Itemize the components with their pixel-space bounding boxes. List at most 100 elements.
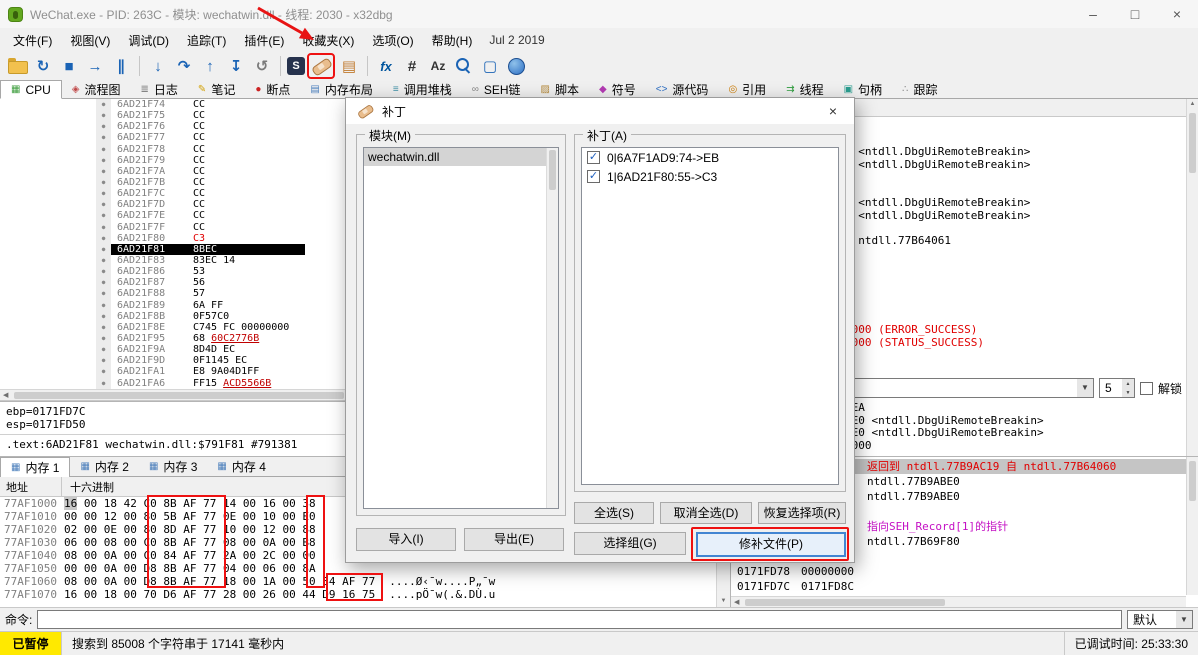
module-list[interactable]: wechatwin.dll (363, 147, 559, 509)
module-item[interactable]: wechatwin.dll (364, 148, 546, 166)
scylla-icon[interactable]: S (287, 57, 305, 75)
breakpoint-dot[interactable]: ● (96, 99, 111, 111)
tab-memory-3[interactable]: ▦ 内存 3 (139, 457, 207, 476)
breakpoint-dot[interactable]: ● (96, 299, 111, 311)
breakpoint-dot[interactable]: ● (96, 366, 111, 378)
breakpoint-dot[interactable]: ● (96, 143, 111, 155)
patch-icon[interactable] (310, 55, 332, 77)
dialog-close-icon[interactable]: × (812, 98, 854, 124)
step-back-icon[interactable]: ↺ (250, 54, 274, 78)
registers-vscroll-thumb[interactable] (1189, 113, 1196, 173)
breakpoint-dot[interactable]: ● (96, 165, 111, 177)
breakpoint-dot[interactable]: ● (96, 243, 111, 255)
breakpoint-dot[interactable]: ● (96, 344, 111, 356)
memory-row[interactable]: 77AF1060 08 00 0A 00 D8 8B AF 77 18 00 1A… (0, 575, 730, 588)
disasm-hscroll-thumb[interactable] (14, 392, 344, 399)
tab-references[interactable]: ◎ 引用 (718, 80, 776, 98)
scroll-up-icon[interactable]: ▲ (1187, 99, 1198, 110)
menu-favourites[interactable]: 收藏夹(X) (293, 29, 363, 52)
scroll-left-icon[interactable]: ◀ (0, 390, 11, 401)
module-list-scroll-thumb[interactable] (549, 150, 556, 190)
tab-memory-1[interactable]: ▦ 内存 1 (0, 457, 71, 478)
tab-trace[interactable]: ∴ 跟踪 (892, 80, 947, 98)
breakpoint-dot[interactable]: ● (96, 310, 111, 322)
patch-file-button[interactable]: 修补文件(P) (696, 532, 846, 557)
chevron-down-icon[interactable]: ▼ (1176, 611, 1192, 628)
patch-list[interactable]: ✓ 0|6A7F1AD9:74->EB ✓ 1|6AD21F80:55->C3 (581, 147, 839, 485)
assemble-function-icon[interactable]: fx (374, 54, 398, 78)
export-button[interactable]: 导出(E) (464, 528, 564, 551)
tab-handles[interactable]: ▣ 句柄 (834, 80, 892, 98)
memory-map-icon[interactable]: ▤ (337, 54, 361, 78)
menu-debug[interactable]: 调试(D) (119, 29, 178, 52)
text-search-icon[interactable]: Az (426, 54, 450, 78)
internet-icon[interactable] (504, 54, 528, 78)
stack-row[interactable]: 0171FD7C 0171FD8C (731, 579, 1186, 594)
tab-seh-chain[interactable]: ∞ SEH链 (462, 80, 531, 98)
command-input[interactable] (37, 610, 1122, 629)
breakpoint-dot[interactable]: ● (96, 377, 111, 389)
breakpoint-dot[interactable]: ● (96, 132, 111, 144)
minimize-button[interactable]: – (1072, 0, 1114, 28)
breakpoint-dot[interactable]: ● (96, 121, 111, 133)
argument-count-stepper[interactable]: 5 ▲ ▼ (1098, 378, 1135, 398)
breakpoint-dot[interactable]: ● (96, 199, 111, 211)
breakpoint-dot[interactable]: ● (96, 188, 111, 200)
tab-memory-4[interactable]: ▦ 内存 4 (207, 457, 275, 476)
tab-cpu[interactable]: ▦ CPU (0, 80, 62, 99)
scroll-left-icon[interactable]: ◀ (731, 597, 742, 607)
breakpoint-dot[interactable]: ● (96, 321, 111, 333)
patch-item[interactable]: ✓ 1|6AD21F80:55->C3 (582, 167, 826, 186)
menu-help[interactable]: 帮助(H) (423, 29, 482, 52)
select-all-button[interactable]: 全选(S) (574, 502, 654, 524)
step-into-icon[interactable]: ↓ (146, 54, 170, 78)
tab-threads[interactable]: ⇉ 线程 (776, 80, 833, 98)
tab-script[interactable]: ▨ 脚本 (531, 80, 589, 98)
module-list-scrollbar[interactable] (546, 148, 558, 508)
menu-trace[interactable]: 追踪(T) (178, 29, 235, 52)
breakpoint-dot[interactable]: ● (96, 232, 111, 244)
stack-vscrollbar[interactable] (1186, 457, 1198, 595)
window-layout-icon[interactable]: ▢ (478, 54, 502, 78)
menu-options[interactable]: 选项(O) (363, 29, 422, 52)
stack-vscroll-thumb[interactable] (1189, 461, 1196, 501)
open-file-icon[interactable] (5, 54, 29, 78)
restart-icon[interactable]: ↻ (31, 54, 55, 78)
tab-memory-2[interactable]: ▦ 内存 2 (70, 457, 138, 476)
memory-row[interactable]: 77AF1050 00 00 0A 00 D8 8B AF 77 04 00 06… (0, 562, 730, 575)
stack-hscroll-thumb[interactable] (745, 599, 945, 606)
tab-graph[interactable]: ◈ 流程图 (62, 80, 131, 98)
breakpoint-dot[interactable]: ● (96, 221, 111, 233)
menu-plugins[interactable]: 插件(E) (235, 29, 293, 52)
stop-icon[interactable]: ■ (57, 54, 81, 78)
menu-view[interactable]: 视图(V) (61, 29, 119, 52)
unlock-checkbox[interactable] (1139, 381, 1153, 395)
run-icon[interactable]: → (83, 54, 107, 78)
tab-memory-map[interactable]: ▤ 内存布局 (300, 80, 382, 98)
registers-vscrollbar[interactable]: ▲ (1186, 99, 1198, 456)
execute-till-return-icon[interactable]: ↑ (198, 54, 222, 78)
patch-checkbox[interactable]: ✓ (587, 151, 600, 164)
step-over-icon[interactable]: ↷ (172, 54, 196, 78)
deselect-all-button[interactable]: 取消全选(D) (660, 502, 752, 524)
pause-icon[interactable]: ∥ (109, 54, 133, 78)
scroll-down-icon[interactable]: ▼ (717, 596, 730, 607)
menu-file[interactable]: 文件(F) (4, 29, 61, 52)
patch-item[interactable]: ✓ 0|6A7F1AD9:74->EB (582, 148, 826, 167)
breakpoint-dot[interactable]: ● (96, 266, 111, 278)
spin-up-icon[interactable]: ▲ (1126, 381, 1131, 387)
breakpoint-dot[interactable]: ● (96, 254, 111, 267)
tab-source[interactable]: <> 源代码 (646, 80, 719, 98)
tab-call-stack[interactable]: ≡ 调用堆栈 (383, 80, 462, 98)
select-group-button[interactable]: 选择组(G) (574, 532, 686, 555)
stack-row[interactable]: 0171FD78 00000000 (731, 564, 1186, 579)
search-icon[interactable] (452, 54, 476, 78)
memory-row[interactable]: 77AF1070 16 00 18 00 70 D6 AF 77 28 00 26… (0, 588, 730, 601)
tab-notes[interactable]: ✎ 笔记 (188, 80, 245, 98)
maximize-button[interactable]: □ (1114, 0, 1156, 28)
spin-down-icon[interactable]: ▼ (1126, 390, 1131, 396)
breakpoint-dot[interactable]: ● (96, 154, 111, 166)
tab-breakpoints[interactable]: ● 断点 (245, 80, 300, 98)
breakpoint-dot[interactable]: ● (96, 110, 111, 122)
stack-hscrollbar[interactable]: ◀ (731, 596, 1186, 607)
